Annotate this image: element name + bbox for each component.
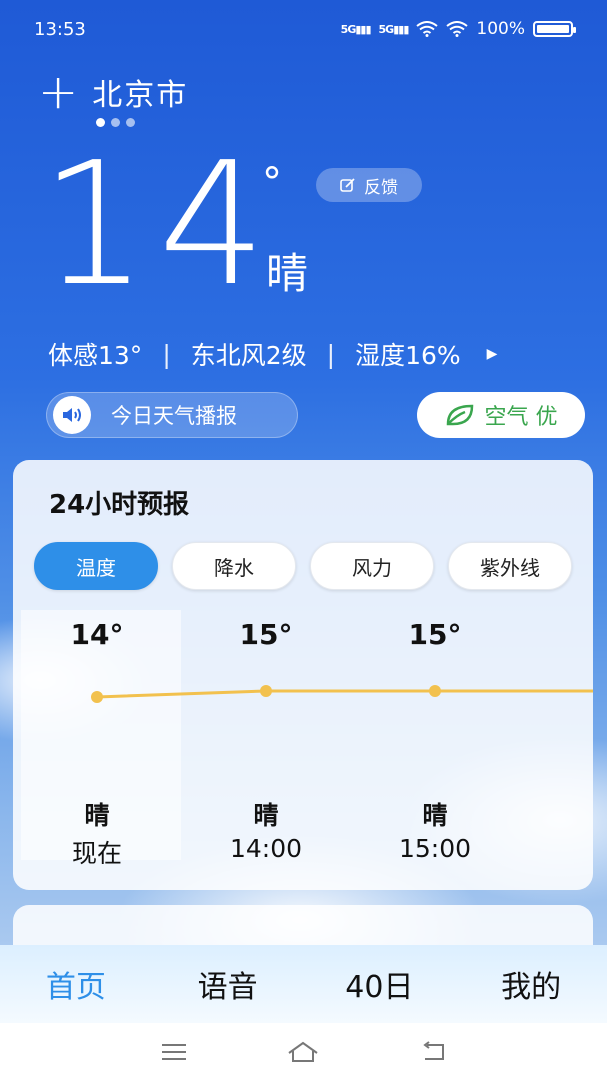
hour-time: 14:00 [229, 834, 303, 863]
forecast-title: 24小时预报 [49, 490, 190, 520]
hour-condition: 晴 [84, 801, 110, 830]
menu-icon[interactable] [161, 1043, 187, 1061]
tab-precipitation[interactable]: 降水 [172, 542, 296, 590]
battery-icon [533, 21, 576, 37]
status-bar: 13:53 5G▮▮▮ 5G▮▮▮ 100% [0, 0, 607, 58]
hour-condition: 晴 [253, 801, 279, 830]
system-navigation-bar [0, 1023, 607, 1080]
temperature-point [260, 685, 272, 697]
tab-uv[interactable]: 紫外线 [448, 542, 572, 590]
weather-broadcast-button[interactable]: 今日天气播报 [46, 392, 298, 438]
hour-condition: 晴 [422, 801, 448, 830]
hour-time: 15:00 [398, 834, 472, 863]
weather-details[interactable]: 体感13° | 东北风2级 | 湿度16% ▶ [48, 336, 497, 372]
add-city-icon[interactable]: + [38, 68, 78, 116]
temperature-line [96, 689, 593, 699]
wind: 东北风2级 [190, 341, 307, 370]
leaf-icon [446, 404, 473, 426]
bottom-navigation: 首页 语音 40日 我的 [0, 945, 607, 1023]
divider: | [326, 339, 336, 369]
back-icon[interactable] [419, 1040, 447, 1063]
battery-percent: 100% [476, 19, 525, 39]
temperature-point [429, 685, 441, 697]
signal-5g-icon: 5G▮▮▮ [378, 22, 410, 36]
status-time: 13:53 [34, 18, 86, 40]
nav-40-days[interactable]: 40日 [304, 962, 456, 1006]
humidity: 湿度16% [355, 341, 461, 370]
feedback-label: 反馈 [364, 177, 398, 198]
hour-time: 现在 [71, 839, 122, 868]
status-icons: 5G▮▮▮ 5G▮▮▮ 100% [340, 19, 576, 39]
tab-temperature[interactable]: 温度 [34, 542, 158, 590]
wifi-icon [446, 21, 469, 37]
degree-symbol: ° [262, 160, 282, 206]
current-condition: 晴 [266, 249, 309, 298]
feels-like: 体感13° [48, 341, 143, 370]
forecast-tabs: 温度 降水 风力 紫外线 [34, 542, 572, 590]
nav-mine[interactable]: 我的 [455, 962, 607, 1006]
nav-voice[interactable]: 语音 [152, 962, 304, 1006]
air-quality-button[interactable]: 空气 优 [417, 392, 585, 438]
nav-home[interactable]: 首页 [0, 962, 152, 1006]
hour-temp: 14° [70, 618, 124, 651]
tab-wind[interactable]: 风力 [310, 542, 434, 590]
hour-temp: 15° [239, 618, 293, 651]
speaker-icon [53, 396, 91, 434]
location-header: + 北京市 [38, 68, 188, 116]
hourly-forecast-card: 24小时预报 温度 降水 风力 紫外线 14° 晴 现在 15° 晴 14:00… [13, 460, 593, 890]
signal-5g-icon: 5G▮▮▮ [340, 22, 372, 36]
home-icon[interactable] [287, 1041, 319, 1063]
temperature-point [91, 691, 103, 703]
divider: | [162, 339, 171, 369]
broadcast-label: 今日天气播报 [111, 404, 237, 428]
edit-icon [340, 178, 355, 192]
city-name[interactable]: 北京市 [92, 70, 188, 114]
feedback-button[interactable]: 反馈 [316, 168, 422, 202]
hourly-list[interactable]: 14° 晴 现在 15° 晴 14:00 15° 晴 15:00 1 I 16 [13, 610, 593, 880]
air-quality-label: 空气 优 [484, 405, 558, 430]
wifi-icon [416, 21, 439, 37]
hour-temp: 15° [408, 618, 462, 651]
current-temperature: 14 [40, 126, 277, 324]
chevron-right-icon: ▶ [486, 346, 498, 362]
